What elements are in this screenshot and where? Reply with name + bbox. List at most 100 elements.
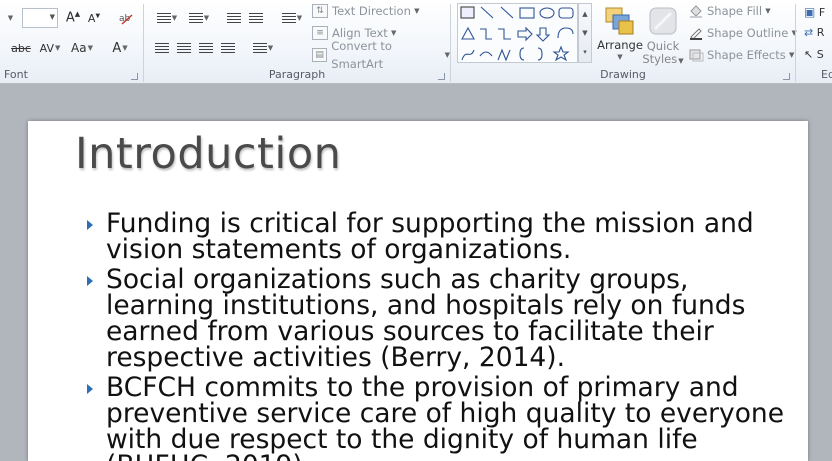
drawing-dialog-launcher[interactable]	[783, 73, 790, 80]
shrink-font-button[interactable]: A▼	[85, 8, 103, 28]
change-case-button[interactable]: Aa ▼	[68, 38, 96, 58]
quick-styles-label-text: Styles	[642, 52, 678, 66]
shape-effects-button[interactable]: Shape Effects ▼	[688, 46, 794, 64]
paragraph-group-label: Paragraph	[268, 68, 326, 81]
text-direction-icon: ⇅	[312, 4, 328, 18]
increase-indent-icon	[249, 12, 263, 24]
star-icon	[552, 45, 570, 62]
gallery-more-icon[interactable]: ▾	[583, 48, 587, 56]
slide-canvas[interactable]: Introduction Funding is critical for sup…	[28, 121, 808, 461]
right-arrow-icon	[517, 26, 533, 42]
text-box-icon	[460, 6, 475, 19]
numbering-icon	[188, 12, 203, 24]
text-direction-label: Text Direction	[332, 4, 411, 18]
bullet-item[interactable]: Social organizations such as charity gro…	[85, 264, 785, 373]
font-group: ▼ ▼ A▲ A▼ ab abc AV ▼ Aa ▼ A ▼ Font	[0, 0, 143, 84]
replace-button[interactable]: ⇄ R	[804, 22, 832, 42]
scroll-up-icon[interactable]: ▲	[582, 10, 587, 18]
slide-title[interactable]: Introduction	[75, 129, 341, 179]
bullet-text: Funding is critical for supporting the m…	[106, 208, 754, 265]
align-right-button[interactable]	[196, 38, 216, 58]
shrink-font-icon: A▼	[87, 11, 101, 25]
bullet-item[interactable]: Funding is critical for supporting the m…	[85, 208, 785, 265]
rounded-rectangle-icon	[558, 7, 574, 19]
text-direction-button[interactable]: ⇅ Text Direction ▼	[312, 2, 419, 20]
font-name-dropdown[interactable]: ▼	[0, 8, 20, 28]
convert-smartart-button[interactable]: ▤ Convert to SmartArt ▼	[312, 39, 450, 71]
increase-indent-button[interactable]	[246, 8, 266, 28]
drawing-group-label: Drawing	[600, 68, 646, 81]
left-brace-icon	[519, 47, 525, 61]
scroll-down-icon[interactable]: ▼	[582, 29, 587, 37]
shapes-gallery[interactable]	[457, 3, 578, 63]
arrow-line-icon	[500, 6, 514, 19]
font-color-button[interactable]: A ▼	[106, 38, 134, 58]
find-button[interactable]: ▣ F	[804, 2, 832, 22]
replace-label: R	[816, 25, 825, 39]
select-button[interactable]: ↖ S	[804, 44, 832, 64]
justify-icon	[221, 42, 235, 54]
gallery-scroll[interactable]: ▲ ▼ ▾	[578, 3, 592, 63]
align-right-icon	[199, 42, 213, 54]
clear-formatting-button[interactable]: ab	[116, 8, 136, 28]
character-spacing-button[interactable]: AV ▼	[36, 38, 64, 58]
elbow-connector-icon	[480, 28, 492, 40]
grow-font-button[interactable]: A▲	[64, 8, 82, 28]
quick-styles-button[interactable]: Quick Styles▼	[638, 2, 688, 66]
bullet-list[interactable]: Funding is critical for supporting the m…	[85, 208, 785, 461]
columns-icon	[252, 42, 267, 54]
cursor-icon: ↖	[804, 47, 814, 61]
binoculars-icon: ▣	[804, 5, 816, 19]
scribble-icon	[497, 48, 511, 62]
numbering-button[interactable]: ▼	[184, 8, 214, 28]
oval-icon	[539, 7, 555, 19]
clear-formatting-icon: ab	[119, 14, 133, 25]
decrease-indent-button[interactable]	[224, 8, 244, 28]
bullet-text: Social organizations such as charity gro…	[106, 264, 746, 373]
bullets-button[interactable]: ▼	[152, 8, 182, 28]
character-spacing-icon: AV	[39, 41, 54, 55]
smartart-icon: ▤	[312, 48, 328, 62]
quick-styles-label: Quick Styles▼	[638, 40, 688, 68]
decrease-indent-icon	[227, 12, 241, 24]
quick-styles-icon	[649, 7, 677, 35]
ribbon: ▼ ▼ A▲ A▼ ab abc AV ▼ Aa ▼ A ▼ Font ▼ ▼ ▼ ▼…	[0, 0, 832, 84]
editing-group-label: Ed	[821, 68, 832, 81]
bullet-arrow-icon	[87, 276, 93, 286]
shape-outline-button[interactable]: Shape Outline ▼	[688, 24, 797, 42]
find-label: F	[818, 5, 826, 19]
line-spacing-button[interactable]: ▼	[278, 8, 306, 28]
editing-group: ▣ F ⇄ R ↖ S Ed	[796, 0, 832, 84]
justify-button[interactable]	[218, 38, 238, 58]
replace-icon: ⇄	[804, 25, 814, 39]
shape-effects-label: Shape Effects	[707, 48, 786, 62]
grow-font-icon: A▲	[65, 10, 81, 26]
select-label: S	[816, 47, 824, 61]
paragraph-dialog-launcher[interactable]	[438, 73, 445, 80]
bullet-text: BCFCH commits to the provision of primar…	[106, 372, 785, 461]
bullet-arrow-icon	[87, 384, 93, 394]
right-brace-icon	[537, 47, 543, 61]
arc-icon	[557, 27, 574, 39]
arrange-icon	[605, 7, 634, 35]
bullet-item[interactable]: BCFCH commits to the provision of primar…	[85, 372, 785, 461]
down-arrow-icon	[535, 27, 551, 42]
rectangle-icon	[519, 7, 535, 19]
font-dialog-launcher[interactable]	[131, 73, 138, 80]
line-icon	[480, 6, 494, 19]
shape-effects-icon	[689, 49, 704, 62]
font-size-input[interactable]: ▼	[22, 8, 58, 28]
change-case-icon: Aa	[71, 41, 87, 55]
triangle-icon	[461, 26, 475, 40]
elbow-arrow-icon	[498, 28, 511, 40]
paint-bucket-icon	[690, 5, 702, 18]
slide-workspace	[0, 85, 832, 121]
columns-button[interactable]: ▼	[248, 38, 278, 58]
align-left-icon	[155, 42, 169, 54]
strikethrough-button[interactable]: abc	[8, 38, 34, 58]
align-left-button[interactable]	[152, 38, 172, 58]
align-center-button[interactable]	[174, 38, 194, 58]
shape-fill-button[interactable]: Shape Fill ▼	[688, 2, 771, 20]
shape-fill-label: Shape Fill	[707, 4, 763, 18]
freeform-icon	[461, 49, 475, 61]
